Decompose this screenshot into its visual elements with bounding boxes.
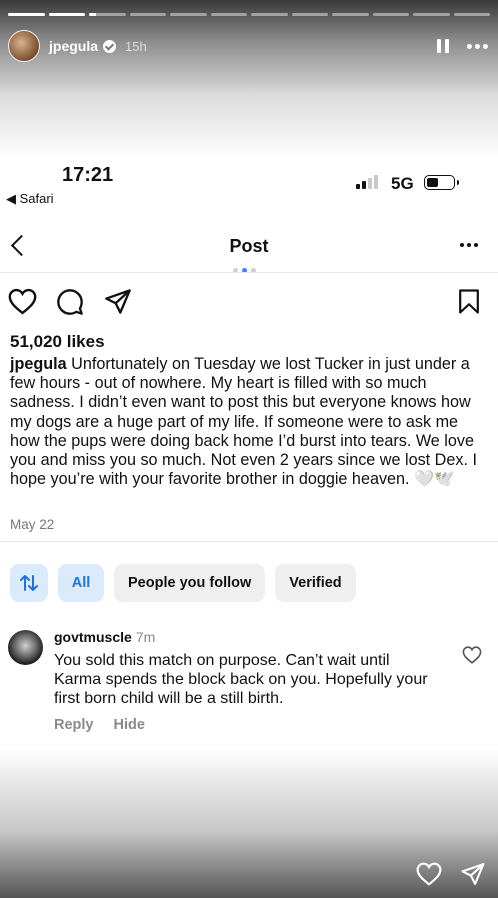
story-progress-segment (332, 13, 369, 16)
reply-button[interactable]: Reply (54, 717, 94, 733)
more-icon[interactable] (467, 43, 488, 49)
comment-header: govtmuscle 7m (54, 629, 155, 645)
story-header-overlay (0, 0, 498, 160)
story-progress-segment (8, 13, 45, 16)
comment-text: You sold this match on purpose. Can’t wa… (54, 652, 428, 708)
status-bar: 17:21 ◀ Safari 5G (0, 160, 498, 210)
filter-people-you-follow-chip[interactable]: People you follow (114, 564, 266, 602)
comment-filters: All People you follow Verified (10, 564, 356, 602)
comment-time: 7m (135, 629, 156, 645)
signal-icon (356, 175, 378, 189)
page-title: Post (229, 236, 269, 256)
likes-count[interactable]: 51,020 likes (10, 332, 105, 352)
story-progress-segment (210, 13, 247, 16)
caption-username[interactable]: jpegula (10, 355, 67, 373)
status-time: 17:21 (62, 164, 114, 186)
story-progress-segment (251, 13, 288, 16)
like-heart-icon[interactable] (8, 288, 37, 315)
sort-button[interactable] (10, 564, 48, 602)
sort-icon (20, 575, 38, 591)
story-progress-segment (413, 13, 450, 16)
story-progress-segment (129, 13, 166, 16)
story-username[interactable]: jpegula (49, 38, 98, 54)
story-header: jpegula 15h (8, 30, 488, 62)
story-progress-segment (48, 13, 85, 16)
network-label: 5G (391, 174, 414, 193)
story-progress-segment (89, 13, 126, 16)
bookmark-icon[interactable] (458, 288, 480, 315)
more-icon[interactable] (460, 243, 478, 247)
comment-icon[interactable] (56, 288, 84, 316)
caption-text: Unfortunately on Tuesday we lost Tucker … (10, 355, 477, 489)
filter-all-chip[interactable]: All (58, 564, 104, 602)
verified-badge-icon (103, 39, 117, 53)
post-nav-bar: Post (0, 226, 498, 266)
story-progress-segment (170, 13, 207, 16)
filter-verified-chip[interactable]: Verified (275, 564, 356, 602)
story-progress-segment (372, 13, 409, 16)
story-progress-bar (8, 13, 490, 16)
story-progress-segment (453, 13, 490, 16)
post-caption: jpegula Unfortunately on Tuesday we lost… (10, 355, 490, 489)
comment-avatar[interactable] (8, 630, 43, 665)
story-footer-actions (416, 862, 486, 886)
divider (0, 272, 498, 273)
heart-icon[interactable] (416, 862, 442, 886)
story-time: 15h (125, 38, 147, 54)
post-date: May 22 (10, 517, 55, 532)
story-progress-segment (291, 13, 328, 16)
back-to-safari-link[interactable]: ◀ Safari (6, 191, 54, 207)
share-send-icon[interactable] (104, 288, 132, 315)
send-icon[interactable] (460, 862, 486, 886)
comment-like-heart-icon[interactable] (462, 646, 482, 664)
battery-icon (424, 175, 459, 190)
story-avatar[interactable] (8, 30, 40, 62)
post-actions (8, 288, 484, 318)
pause-icon[interactable] (437, 39, 449, 53)
divider (0, 541, 498, 542)
hide-button[interactable]: Hide (114, 717, 145, 733)
comment-username[interactable]: govtmuscle (54, 629, 132, 645)
